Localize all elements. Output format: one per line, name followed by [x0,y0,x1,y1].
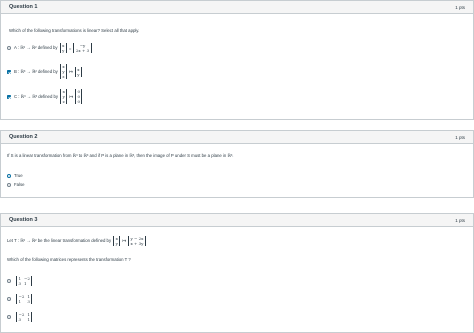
q3-option-3-radio[interactable] [7,315,11,319]
q1-option-c-input-vector: xyz [60,89,68,104]
q1-option-c-checkbox[interactable] [7,94,11,99]
q2-option-false-label: False [14,182,25,187]
q1-option-a-output-vector: −y 2x + 3 [73,43,92,53]
question-1-header: Question 1 1 pts [1,1,473,14]
q1-option-c-prefix: C : ℝ³ → ℝ³ defined by [14,93,59,99]
q1-option-c[interactable]: C : ℝ³ → ℝ³ defined by xyz ↦ 000 [7,89,84,104]
q2-option-true[interactable]: True [7,173,23,178]
question-3-prompt-b: Which of the following matrices represen… [7,257,131,262]
q1-option-a-checkbox[interactable] [7,46,11,50]
q2-option-true-radio[interactable] [7,173,11,178]
question-2-points: 1 pts [455,134,465,140]
q3-option-2-radio[interactable] [7,297,11,301]
q1-option-c-arrow: ↦ [69,93,73,99]
question-3-prompt-line: Let T : ℝ² → ℝ² be the linear transforma… [7,236,148,246]
q3-option-1-radio[interactable] [7,279,11,283]
q2-option-false[interactable]: False [7,182,25,187]
q3-input-vector: xy [113,236,121,246]
q1-option-b-prefix: B : ℝ³ → ℝ² defined by [14,68,58,74]
question-2-prompt: If S is a linear transformation from ℝ³ … [7,153,234,158]
q1-option-a[interactable]: A : ℝ² → ℝ² defined by xy = −y 2x + 3 [7,43,94,53]
q2-option-true-label: True [14,173,23,178]
question-3-points: 1 pts [455,217,465,223]
q2-option-false-radio[interactable] [7,182,11,187]
question-2-title: Question 2 [9,134,38,140]
q1-option-b-input-vector: xyz [59,64,68,79]
q3-option-1[interactable]: 1 −2 3 1 [7,276,34,286]
q1-option-a-arrow: = [68,45,72,51]
q3-arrow: ↦ [122,238,126,243]
q3-option-3-matrix: −2 1 3 1 [16,312,33,322]
question-3-card: Question 3 1 pts Let T : ℝ² → ℝ² be the … [0,213,474,333]
q1-option-c-output-vector: 000 [74,89,83,104]
q1-option-a-prefix: A : ℝ² → ℝ² defined by [14,45,58,50]
question-1-prompt: Which of the following transformations i… [9,28,140,33]
question-1-card: Question 1 1 pts Which of the following … [0,0,474,120]
question-3-title: Question 3 [9,217,38,223]
q3-option-1-matrix: 1 −2 3 1 [16,276,33,286]
question-2-card: Question 2 1 pts If S is a linear transf… [0,130,474,198]
q1-option-a-input-vector: xy [59,43,67,53]
q3-option-2-matrix: −2 1 1 3 [16,294,33,304]
question-2-header: Question 2 1 pts [1,131,473,144]
q1-option-b-output-vector: xy [74,66,82,77]
q3-option-2[interactable]: −2 1 1 3 [7,294,34,304]
question-3-prompt-a: Let T : ℝ² → ℝ² be the linear transforma… [7,238,112,243]
question-1-title: Question 1 [9,4,38,10]
q3-option-3[interactable]: −2 1 3 1 [7,312,34,322]
q3-output-vector: y − 2x x + 3y [127,236,146,246]
q1-option-b-checkbox[interactable] [7,69,11,74]
q1-option-b[interactable]: B : ℝ³ → ℝ² defined by xyz ↦ xy [7,64,84,79]
question-3-header: Question 3 1 pts [1,214,473,227]
question-1-points: 1 pts [455,4,465,10]
q1-option-b-arrow: ↦ [69,68,73,74]
